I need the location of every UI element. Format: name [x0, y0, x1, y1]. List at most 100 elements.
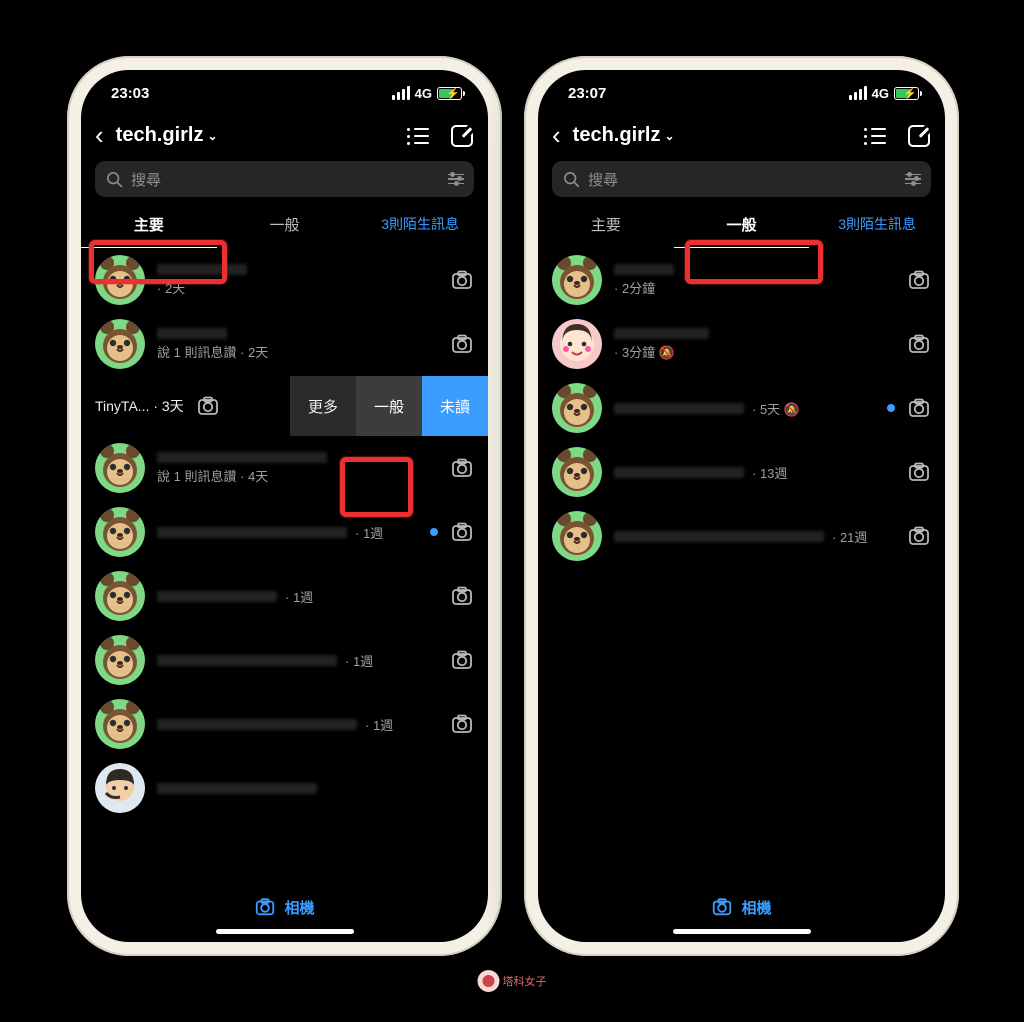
camera-icon[interactable] — [450, 648, 474, 672]
avatar[interactable] — [95, 763, 145, 813]
compose-icon[interactable] — [907, 124, 931, 148]
avatar[interactable] — [552, 511, 602, 561]
dm-row[interactable]: · 1週 — [81, 564, 488, 628]
camera-icon[interactable] — [907, 396, 931, 420]
highlight-swipe-general — [340, 457, 413, 517]
avatar[interactable] — [95, 699, 145, 749]
dm-name-blurred — [614, 328, 709, 339]
dm-list[interactable]: · 2天說 1 則訊息讚 · 2天TinyTA... · 3天更多一般未讀說 1… — [81, 248, 488, 820]
unread-dot — [887, 404, 895, 412]
status-time: 23:03 — [111, 85, 149, 102]
highlight-tab-primary — [89, 240, 227, 284]
search-placeholder: 搜尋 — [588, 169, 618, 190]
dm-row[interactable]: · 3分鐘 🔕 — [538, 312, 945, 376]
dm-row[interactable]: · 21週 — [538, 504, 945, 568]
camera-icon[interactable] — [450, 584, 474, 608]
camera-icon[interactable] — [450, 520, 474, 544]
search-input[interactable]: 搜尋 — [552, 161, 931, 197]
battery-icon: ⚡ — [437, 87, 462, 100]
dm-meta: · 21週 — [832, 527, 867, 546]
battery-icon: ⚡ — [894, 87, 919, 100]
camera-icon[interactable] — [450, 268, 474, 292]
avatar[interactable] — [552, 447, 602, 497]
dm-name-blurred — [157, 655, 337, 666]
phone-screen-primary: 23:03 4G ⚡ ‹ tech.girlz ⌄ 搜尋 主要 一般 3則陌生訊 — [81, 70, 488, 942]
highlight-tab-general — [685, 240, 823, 284]
dm-list[interactable]: · 2分鐘· 3分鐘 🔕· 5天 🔕· 13週· 21週 — [538, 248, 945, 568]
list-view-icon[interactable] — [406, 124, 430, 148]
dm-name-blurred — [157, 452, 327, 463]
dm-name-blurred — [614, 403, 744, 414]
avatar[interactable] — [95, 571, 145, 621]
avatar[interactable] — [95, 319, 145, 369]
search-icon — [562, 170, 580, 188]
dm-row[interactable]: · 13週 — [538, 440, 945, 504]
dm-meta: · 1週 — [285, 587, 313, 606]
filter-icon[interactable] — [905, 174, 921, 185]
avatar[interactable] — [552, 383, 602, 433]
dm-row-swiped[interactable]: TinyTA... · 3天更多一般未讀 — [81, 376, 488, 436]
dm-row[interactable]: 說 1 則訊息讚 · 2天 — [81, 312, 488, 376]
back-icon[interactable]: ‹ — [91, 120, 108, 151]
account-switcher[interactable]: tech.girlz ⌄ — [116, 124, 398, 147]
network-label: 4G — [415, 86, 432, 101]
camera-icon[interactable] — [450, 712, 474, 736]
dm-row[interactable]: · 1週 — [81, 500, 488, 564]
chevron-down-icon: ⌄ — [207, 129, 217, 143]
dm-row[interactable]: · 1週 — [81, 692, 488, 756]
camera-icon[interactable] — [907, 268, 931, 292]
compose-icon[interactable] — [450, 124, 474, 148]
dm-name-blurred — [157, 527, 347, 538]
camera-icon[interactable] — [907, 460, 931, 484]
swipe-more[interactable]: 更多 — [290, 376, 356, 436]
tab-requests[interactable]: 3則陌生訊息 — [352, 205, 488, 248]
avatar[interactable] — [552, 255, 602, 305]
signal-icon — [392, 86, 410, 100]
tab-requests[interactable]: 3則陌生訊息 — [809, 205, 945, 248]
camera-icon — [711, 896, 733, 918]
dm-meta: · 5天 🔕 — [752, 399, 800, 418]
dm-meta: · 1週 — [365, 715, 393, 734]
avatar[interactable] — [95, 443, 145, 493]
avatar[interactable] — [552, 319, 602, 369]
swipe-unread[interactable]: 未讀 — [422, 376, 488, 436]
dm-meta: · 1週 — [355, 523, 383, 542]
avatar[interactable] — [95, 507, 145, 557]
dm-row[interactable]: · 5天 🔕 — [538, 376, 945, 440]
dm-preview: · 3分鐘 🔕 — [614, 342, 895, 361]
home-indicator — [216, 929, 354, 934]
tab-primary[interactable]: 主要 — [538, 205, 674, 248]
dm-name-blurred — [614, 531, 824, 542]
back-icon[interactable]: ‹ — [548, 120, 565, 151]
dm-preview: 說 1 則訊息讚 · 2天 — [157, 342, 438, 361]
search-icon — [105, 170, 123, 188]
dm-name-blurred — [614, 264, 674, 275]
camera-icon[interactable] — [196, 394, 220, 418]
list-view-icon[interactable] — [863, 124, 887, 148]
dm-row[interactable] — [81, 756, 488, 820]
status-time: 23:07 — [568, 85, 606, 102]
username: tech.girlz — [573, 124, 661, 147]
swipe-general[interactable]: 一般 — [356, 376, 422, 436]
filter-icon[interactable] — [448, 174, 464, 185]
chevron-down-icon: ⌄ — [664, 129, 674, 143]
camera-icon — [254, 896, 276, 918]
signal-icon — [849, 86, 867, 100]
network-label: 4G — [872, 86, 889, 101]
search-input[interactable]: 搜尋 — [95, 161, 474, 197]
dm-row[interactable]: 說 1 則訊息讚 · 4天 — [81, 436, 488, 500]
tab-general[interactable]: 一般 — [217, 205, 353, 248]
swipe-actions: 更多一般未讀 — [290, 376, 488, 436]
dm-row[interactable]: · 1週 — [81, 628, 488, 692]
watermark: 塔科女子 — [478, 970, 547, 992]
nav-header: ‹ tech.girlz ⌄ — [81, 116, 488, 157]
account-switcher[interactable]: tech.girlz ⌄ — [573, 124, 855, 147]
camera-icon[interactable] — [450, 456, 474, 480]
camera-icon[interactable] — [907, 332, 931, 356]
camera-icon[interactable] — [907, 524, 931, 548]
dm-name-blurred — [157, 591, 277, 602]
avatar[interactable] — [95, 635, 145, 685]
watermark-icon — [478, 970, 500, 992]
dm-name-blurred — [157, 719, 357, 730]
camera-icon[interactable] — [450, 332, 474, 356]
